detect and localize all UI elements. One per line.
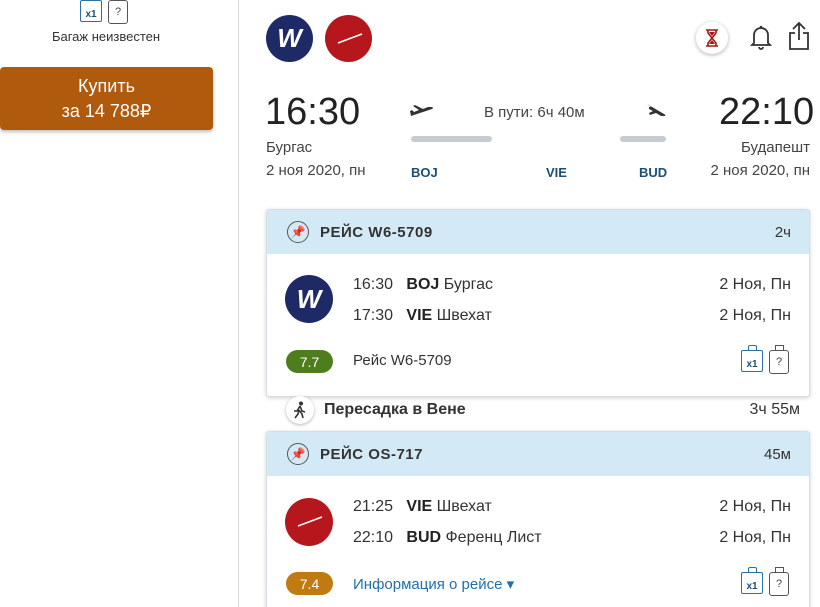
takeoff-icon: [410, 104, 434, 125]
checked-baggage-icon: ?: [769, 345, 789, 374]
hand-luggage-count: x1: [85, 9, 97, 20]
austrian-airlines-logo: [285, 498, 333, 546]
baggage-icons: x1 ?: [80, 0, 128, 24]
segment-dep-time: 21:25: [353, 498, 394, 515]
segment-arr-code: BUD: [406, 529, 442, 546]
segment-dep-city: Швехат: [436, 498, 492, 515]
departure-city: Бургас: [266, 139, 313, 156]
route-track-right: [620, 136, 666, 142]
segment-dep-code: BOJ: [406, 276, 440, 293]
arrival-time: 22:10: [719, 91, 815, 133]
share-icon[interactable]: [787, 21, 811, 56]
segment-arr-time: 17:30: [353, 307, 394, 324]
transfer-row: Пересадка в Вене 3ч 55м: [266, 394, 810, 426]
segment-arr-time: 22:10: [353, 529, 394, 546]
checked-baggage-unknown: ?: [775, 578, 783, 590]
segment-card: 📌 РЕЙС OS-717 45м 21:25 VIE Швехат 2 Ноя…: [266, 431, 810, 607]
segment-arr-code: VIE: [406, 307, 433, 324]
segment-header[interactable]: 📌 РЕЙС OS-717 45м: [267, 432, 809, 476]
airline-letter: W: [277, 23, 302, 53]
departure-row: 16:30 BOJ Бургас: [353, 276, 493, 294]
total-duration: В пути: 6ч 40м: [484, 104, 585, 121]
rating-badge: 7.7: [286, 350, 333, 373]
segment-arr-date: 2 Ноя, Пн: [719, 529, 791, 546]
segment-arr-city: Швехат: [436, 307, 492, 324]
buy-button[interactable]: Купить за 14 788₽: [0, 67, 213, 130]
flight-detail-label: Рейс W6-5709: [353, 352, 452, 369]
pin-icon[interactable]: 📌: [287, 443, 309, 465]
origin-code: BOJ: [411, 165, 438, 180]
pin-icon[interactable]: 📌: [287, 221, 309, 243]
checked-baggage-icon: ?: [769, 567, 789, 596]
stop-code: VIE: [546, 165, 567, 180]
segment-baggage-icons: x1 ?: [741, 567, 789, 596]
segment-dep-time: 16:30: [353, 276, 394, 293]
buy-button-label: Купить: [78, 76, 135, 96]
bell-icon[interactable]: [749, 24, 773, 55]
baggage-status-label: Багаж неизвестен: [51, 29, 161, 44]
transfer-label: Пересадка в Вене: [324, 401, 466, 418]
buy-button-price: за 14 788₽: [61, 101, 152, 121]
checked-baggage-icon: ?: [108, 0, 128, 24]
departure-date: 2 ноя 2020, пн: [266, 162, 366, 179]
left-panel: x1 ? Багаж неизвестен Купить за 14 788₽: [0, 0, 238, 607]
hand-luggage-icon: x1: [80, 0, 102, 22]
hand-luggage-count: x1: [746, 581, 758, 592]
hand-luggage-count: x1: [746, 359, 758, 370]
segment-arr-city: Ференц Лист: [445, 529, 542, 546]
flight-info-link[interactable]: Информация о рейсе ▾: [353, 575, 514, 593]
transfer-duration: 3ч 55м: [749, 401, 800, 418]
checked-baggage-unknown: ?: [114, 6, 122, 18]
wizz-air-logo: W: [285, 275, 333, 323]
segment-arr-date: 2 Ноя, Пн: [719, 307, 791, 324]
flight-duration: 45м: [764, 445, 791, 463]
column-divider: [238, 0, 239, 607]
hand-luggage-icon: x1: [741, 567, 763, 594]
arrival-city: Будапешт: [741, 139, 810, 156]
segment-dep-date: 2 Ноя, Пн: [719, 276, 791, 293]
segment-card: 📌 РЕЙС W6-5709 2ч W 16:30 BOJ Бургас 2 Н…: [266, 209, 810, 397]
segment-dep-date: 2 Ноя, Пн: [719, 498, 791, 515]
segment-dep-code: VIE: [406, 498, 433, 515]
route-track-left: [411, 136, 492, 142]
departure-time: 16:30: [265, 91, 361, 133]
austrian-airlines-logo: [325, 15, 372, 62]
walking-person-icon: [286, 396, 314, 424]
wizz-air-logo: W: [266, 15, 313, 62]
segment-dep-city: Бургас: [443, 276, 493, 293]
destination-code: BUD: [639, 165, 668, 180]
flight-number: РЕЙС OS-717: [320, 445, 423, 463]
airline-letter: W: [296, 283, 322, 314]
rating-badge: 7.4: [286, 572, 333, 595]
arrival-row: 22:10 BUD Ференц Лист: [353, 529, 542, 547]
arrival-date: 2 ноя 2020, пн: [710, 162, 810, 179]
landing-icon: [644, 102, 668, 125]
segment-baggage-icons: x1 ?: [741, 345, 789, 374]
flight-number: РЕЙС W6-5709: [320, 223, 433, 241]
arrival-row: 17:30 VIE Швехат: [353, 307, 492, 325]
segment-header[interactable]: 📌 РЕЙС W6-5709 2ч: [267, 210, 809, 254]
hourglass-icon[interactable]: [696, 22, 728, 54]
departure-row: 21:25 VIE Швехат: [353, 498, 492, 516]
flight-duration: 2ч: [774, 223, 791, 241]
hand-luggage-icon: x1: [741, 345, 763, 372]
checked-baggage-unknown: ?: [775, 356, 783, 368]
